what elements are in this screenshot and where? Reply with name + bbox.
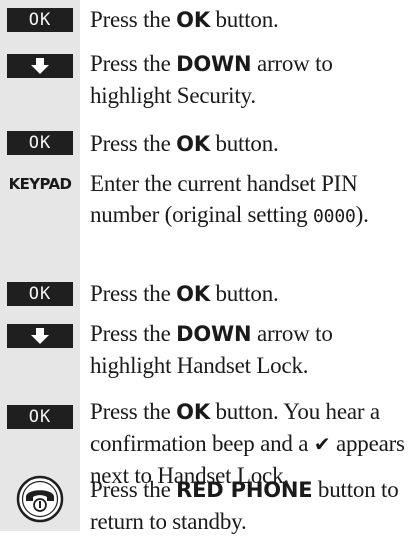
step-text: Press the OK button. — [90, 278, 408, 310]
step-text-part: Press the — [90, 477, 177, 502]
step-text-part: ). — [355, 202, 369, 227]
key-cell — [0, 324, 80, 348]
key-cell: OK — [0, 405, 80, 429]
step-text: Enter the current handset PIN number (or… — [90, 168, 408, 232]
down-arrow-icon — [7, 54, 73, 78]
step-text-part: Press the — [90, 399, 177, 424]
step-text-part: Press the — [90, 321, 177, 346]
step-key-name: OK — [176, 8, 210, 32]
key-cell — [0, 54, 80, 78]
step-text: Press the DOWN arrow to highlight Handse… — [90, 318, 408, 381]
down-arrow-icon — [7, 324, 73, 348]
step-text: Press the DOWN arrow to highlight Securi… — [90, 48, 408, 111]
ok-key-label: OK — [28, 10, 52, 30]
step-text: Press the RED PHONE button to return to … — [90, 474, 408, 537]
step-key-name: OK — [176, 400, 210, 424]
step-key-name: OK — [176, 132, 210, 156]
key-cell: OK — [0, 282, 80, 306]
key-cell: KEYPAD — [0, 172, 80, 196]
key-cell: OK — [0, 131, 80, 155]
ok-key-icon: OK — [7, 8, 73, 32]
step-key-name: DOWN — [176, 52, 252, 76]
step-key-name: DOWN — [176, 322, 252, 346]
step-key-name: RED PHONE — [176, 478, 313, 502]
red-phone-icon — [16, 475, 64, 523]
step-text-part: Press the — [90, 7, 177, 32]
ok-key-label: OK — [28, 284, 52, 304]
step-key-name: OK — [176, 282, 210, 306]
key-cell — [0, 475, 80, 523]
down-arrow-glyph — [31, 328, 49, 344]
step-text-part: Press the — [90, 51, 177, 76]
ok-key-label: OK — [28, 133, 52, 153]
pin-value: 0000 — [313, 206, 356, 227]
ok-key-icon: OK — [7, 131, 73, 155]
keypad-label: KEYPAD — [8, 175, 72, 193]
step-text-part: button. — [209, 281, 279, 306]
step-text-part: button. — [209, 131, 279, 156]
step-text-part: Press the — [90, 131, 177, 156]
step-text-part: button. — [209, 7, 279, 32]
ok-key-icon: OK — [7, 282, 73, 306]
step-text: Press the OK button. — [90, 128, 408, 160]
step-text: Press the OK button. — [90, 4, 408, 36]
key-cell: OK — [0, 8, 80, 32]
ok-key-icon: OK — [7, 405, 73, 429]
ok-key-label: OK — [28, 407, 52, 427]
checkmark-icon: ✔ — [313, 432, 331, 456]
step-text-part: Press the — [90, 281, 177, 306]
down-arrow-glyph — [31, 58, 49, 74]
key-sidebar — [0, 0, 80, 531]
